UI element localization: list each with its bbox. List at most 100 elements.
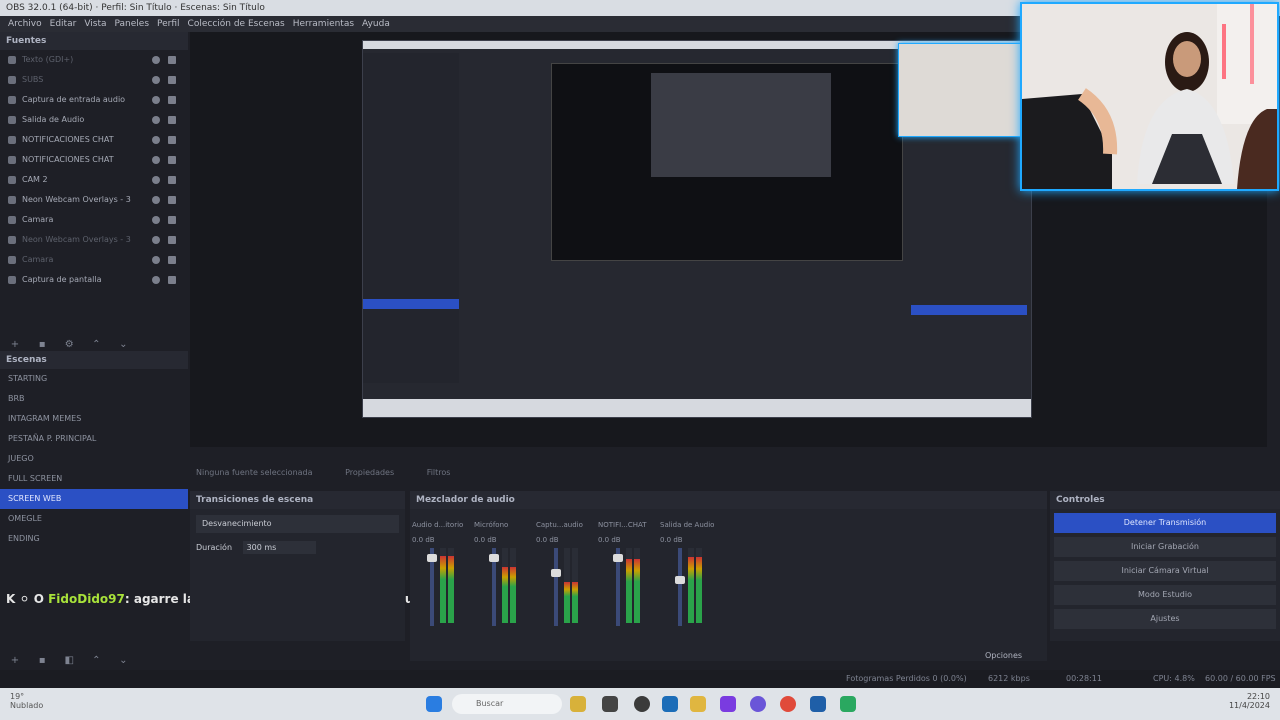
steam-2-icon[interactable] xyxy=(810,696,826,712)
source-item[interactable]: Captura de entrada audio xyxy=(0,90,188,110)
lock-icon[interactable] xyxy=(168,136,176,144)
whatsapp-icon[interactable] xyxy=(840,696,856,712)
menu-item-7[interactable]: Ayuda xyxy=(362,16,390,32)
control-button[interactable]: Iniciar Cámara Virtual xyxy=(1054,561,1276,581)
clock[interactable]: 22:10 11/4/2024 xyxy=(1210,692,1270,710)
eye-icon[interactable] xyxy=(152,236,160,244)
filters-button[interactable]: Filtros xyxy=(427,468,451,477)
volume-fader[interactable] xyxy=(427,548,437,626)
scene-item[interactable]: STARTING xyxy=(0,369,188,389)
lock-icon[interactable] xyxy=(168,76,176,84)
lock-icon[interactable] xyxy=(168,116,176,124)
eye-icon[interactable] xyxy=(152,276,160,284)
lock-icon[interactable] xyxy=(168,256,176,264)
eye-icon[interactable] xyxy=(152,96,160,104)
search-box[interactable]: Buscar xyxy=(452,694,562,714)
lock-icon[interactable] xyxy=(168,156,176,164)
source-item[interactable]: CAM 2 xyxy=(0,170,188,190)
menu-item-6[interactable]: Herramientas xyxy=(293,16,354,32)
source-item[interactable]: Salida de Audio xyxy=(0,110,188,130)
source-item[interactable]: NOTIFICACIONES CHAT xyxy=(0,130,188,150)
volume-fader[interactable] xyxy=(675,548,685,626)
arrow-down-icon[interactable]: ⌄ xyxy=(118,340,128,350)
eye-icon[interactable] xyxy=(152,256,160,264)
lock-icon[interactable] xyxy=(168,216,176,224)
level-meter xyxy=(696,548,702,623)
eye-icon[interactable] xyxy=(152,136,160,144)
eye-icon[interactable] xyxy=(152,176,160,184)
task-view-icon[interactable] xyxy=(602,696,618,712)
app-icon[interactable] xyxy=(720,696,736,712)
menu-item-2[interactable]: Vista xyxy=(84,16,106,32)
scene-item[interactable]: ENDING xyxy=(0,529,188,549)
gear-icon[interactable]: ⚙ xyxy=(64,340,74,350)
control-button[interactable]: Iniciar Grabación xyxy=(1054,537,1276,557)
chrome-icon[interactable] xyxy=(780,696,796,712)
control-button[interactable]: Ajustes xyxy=(1054,609,1276,629)
folder-icon[interactable] xyxy=(690,696,706,712)
eye-icon[interactable] xyxy=(152,76,160,84)
source-type-icon xyxy=(8,176,16,184)
transition-select[interactable]: Desvanecimiento xyxy=(196,515,399,533)
source-item[interactable]: NOTIFICACIONES CHAT xyxy=(0,150,188,170)
remove-scene-icon[interactable]: ▪ xyxy=(37,656,47,666)
fader-knob[interactable] xyxy=(427,554,437,562)
lock-icon[interactable] xyxy=(168,96,176,104)
volume-fader[interactable] xyxy=(489,548,499,626)
scene-item[interactable]: FULL SCREEN xyxy=(0,469,188,489)
add-scene-icon[interactable]: + xyxy=(10,656,20,666)
menu-item-5[interactable]: Colección de Escenas xyxy=(188,16,285,32)
volume-fader[interactable] xyxy=(613,548,623,626)
menu-item-3[interactable]: Paneles xyxy=(115,16,150,32)
mixer-options-button[interactable]: Opciones xyxy=(985,651,1022,660)
fader-knob[interactable] xyxy=(551,569,561,577)
scene-item[interactable]: JUEGO xyxy=(0,449,188,469)
eye-icon[interactable] xyxy=(152,216,160,224)
file-explorer-icon[interactable] xyxy=(570,696,586,712)
lock-icon[interactable] xyxy=(168,176,176,184)
source-item[interactable]: Captura de pantalla xyxy=(0,270,188,290)
scene-down-icon[interactable]: ⌄ xyxy=(118,656,128,666)
menu-item-4[interactable]: Perfil xyxy=(157,16,180,32)
source-item[interactable]: Neon Webcam Overlays - 3 xyxy=(0,230,188,250)
arrow-up-icon[interactable]: ⌃ xyxy=(91,340,101,350)
scene-up-icon[interactable]: ⌃ xyxy=(91,656,101,666)
fader-knob[interactable] xyxy=(489,554,499,562)
source-item[interactable]: SUBS xyxy=(0,70,188,90)
obs-icon[interactable] xyxy=(634,696,650,712)
control-button[interactable]: Detener Transmisión xyxy=(1054,513,1276,533)
trash-icon[interactable]: ▪ xyxy=(37,340,47,350)
properties-button[interactable]: Propiedades xyxy=(345,468,394,477)
steam-icon[interactable] xyxy=(662,696,678,712)
scene-item[interactable]: SCREEN WEB xyxy=(0,489,188,509)
control-button[interactable]: Modo Estudio xyxy=(1054,585,1276,605)
eye-icon[interactable] xyxy=(152,56,160,64)
lock-icon[interactable] xyxy=(168,276,176,284)
eye-icon[interactable] xyxy=(152,156,160,164)
eye-icon[interactable] xyxy=(152,196,160,204)
scene-item[interactable]: PESTAÑA P. PRINCIPAL xyxy=(0,429,188,449)
source-item[interactable]: Camara xyxy=(0,210,188,230)
scene-item[interactable]: OMEGLE xyxy=(0,509,188,529)
fader-knob[interactable] xyxy=(613,554,623,562)
scene-item[interactable]: INTAGRAM MEMES xyxy=(0,409,188,429)
source-item[interactable]: Texto (GDI+) xyxy=(0,50,188,70)
source-item[interactable]: Neon Webcam Overlays - 3 xyxy=(0,190,188,210)
duration-input[interactable]: 300 ms xyxy=(242,541,317,554)
weather-widget[interactable]: 19° Nublado xyxy=(10,692,43,710)
volume-fader[interactable] xyxy=(551,548,561,626)
scene-item[interactable]: BRB xyxy=(0,389,188,409)
source-item[interactable]: Camara xyxy=(0,250,188,270)
lock-icon[interactable] xyxy=(168,56,176,64)
menu-item-1[interactable]: Editar xyxy=(50,16,77,32)
mixer-channel-db: 0.0 dB xyxy=(660,536,683,544)
lock-icon[interactable] xyxy=(168,196,176,204)
filter-icon[interactable]: ◧ xyxy=(64,656,74,666)
eye-icon[interactable] xyxy=(152,116,160,124)
menu-item-0[interactable]: Archivo xyxy=(8,16,42,32)
lock-icon[interactable] xyxy=(168,236,176,244)
start-icon[interactable] xyxy=(426,696,442,712)
add-icon[interactable]: + xyxy=(10,340,20,350)
fader-knob[interactable] xyxy=(675,576,685,584)
discord-icon[interactable] xyxy=(750,696,766,712)
